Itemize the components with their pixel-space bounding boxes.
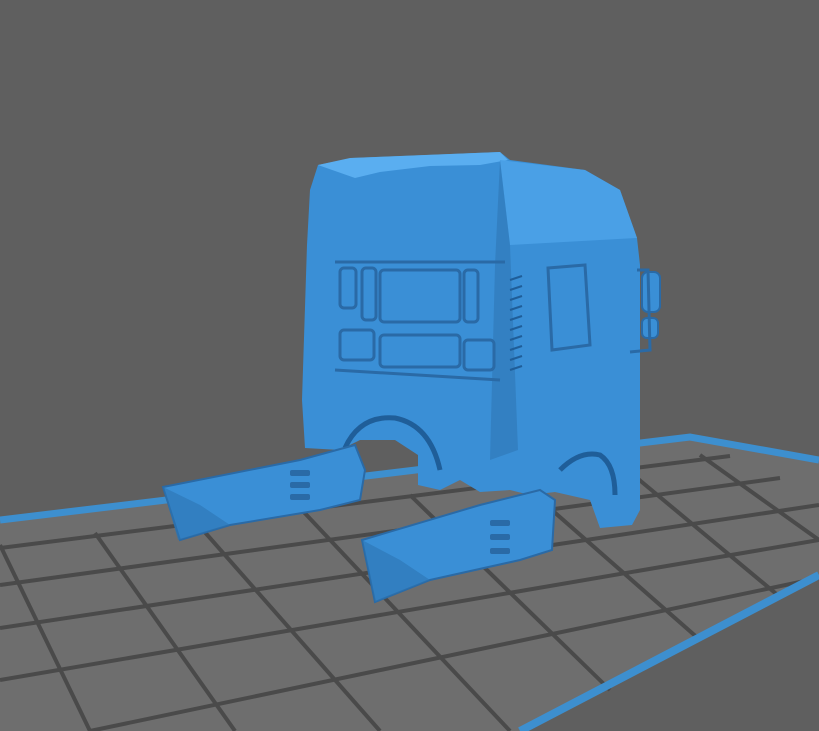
scene-canvas[interactable] <box>0 0 819 731</box>
3d-viewport[interactable] <box>0 0 819 731</box>
cab-front-face <box>500 160 637 245</box>
